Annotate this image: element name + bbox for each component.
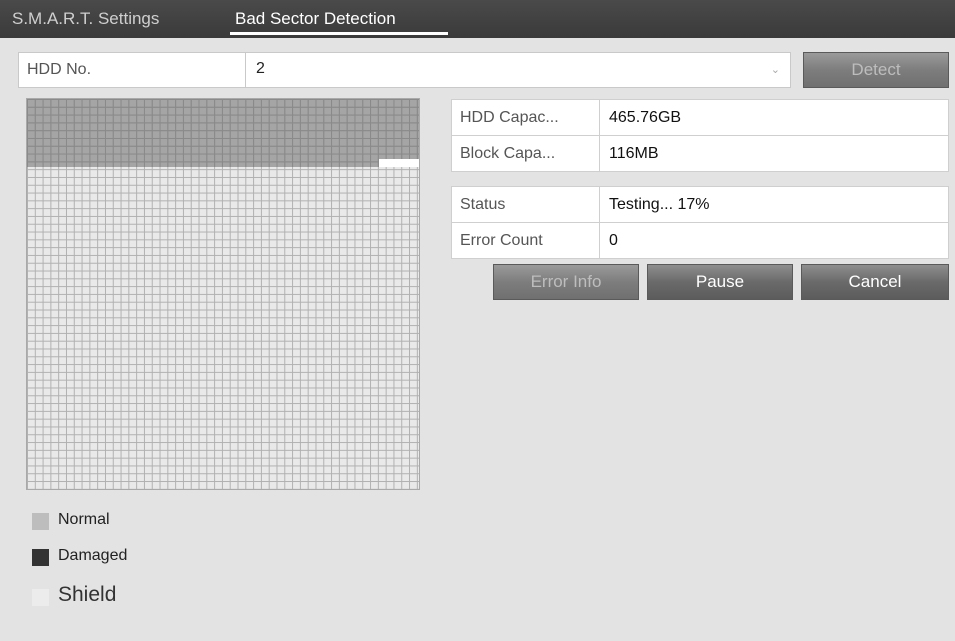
legend-swatch-damaged [32,549,49,566]
error-count-value: 0 [609,232,618,249]
sector-progress-area [27,99,419,167]
sector-map-grid [26,98,420,490]
hdd-number-label-box: HDD No. [18,52,246,88]
sector-progress-edge [379,159,419,167]
table-row: Block Capa... 116MB [451,135,949,172]
block-capacity-label: Block Capa... [452,136,600,171]
table-row: Error Count 0 [451,222,949,259]
chevron-down-icon: ⌄ [770,64,780,76]
tab-smart-settings[interactable]: S.M.A.R.T. Settings [12,9,159,29]
cancel-button[interactable]: Cancel [801,264,949,300]
status-label: Status [452,187,600,222]
legend-swatch-shield [32,589,49,606]
hdd-number-select[interactable]: 2 ⌄ [245,52,791,88]
legend-label-normal: Normal [58,511,110,528]
legend-label-damaged: Damaged [58,547,128,564]
table-row: HDD Capac... 465.76GB [451,99,949,136]
pause-button[interactable]: Pause [647,264,793,300]
status-value: Testing... 17% [609,196,710,213]
active-tab-indicator [230,32,448,35]
block-capacity-value: 116MB [609,145,659,162]
error-info-button[interactable]: Error Info [493,264,639,300]
error-count-label: Error Count [452,223,600,258]
hdd-number-label: HDD No. [27,61,92,78]
tab-bad-sector-detection[interactable]: Bad Sector Detection [235,9,396,29]
legend-label-shield: Shield [58,583,117,606]
hdd-number-value: 2 [256,60,265,77]
table-row: Status Testing... 17% [451,186,949,223]
hdd-capacity-label: HDD Capac... [452,100,600,135]
status-info-table: Status Testing... 17% Error Count 0 [451,186,949,259]
capacity-info-table: HDD Capac... 465.76GB Block Capa... 116M… [451,99,949,172]
legend-swatch-normal [32,513,49,530]
detect-button[interactable]: Detect [803,52,949,88]
hdd-capacity-value: 465.76GB [609,109,682,126]
tab-bar: S.M.A.R.T. Settings Bad Sector Detection [0,0,955,38]
